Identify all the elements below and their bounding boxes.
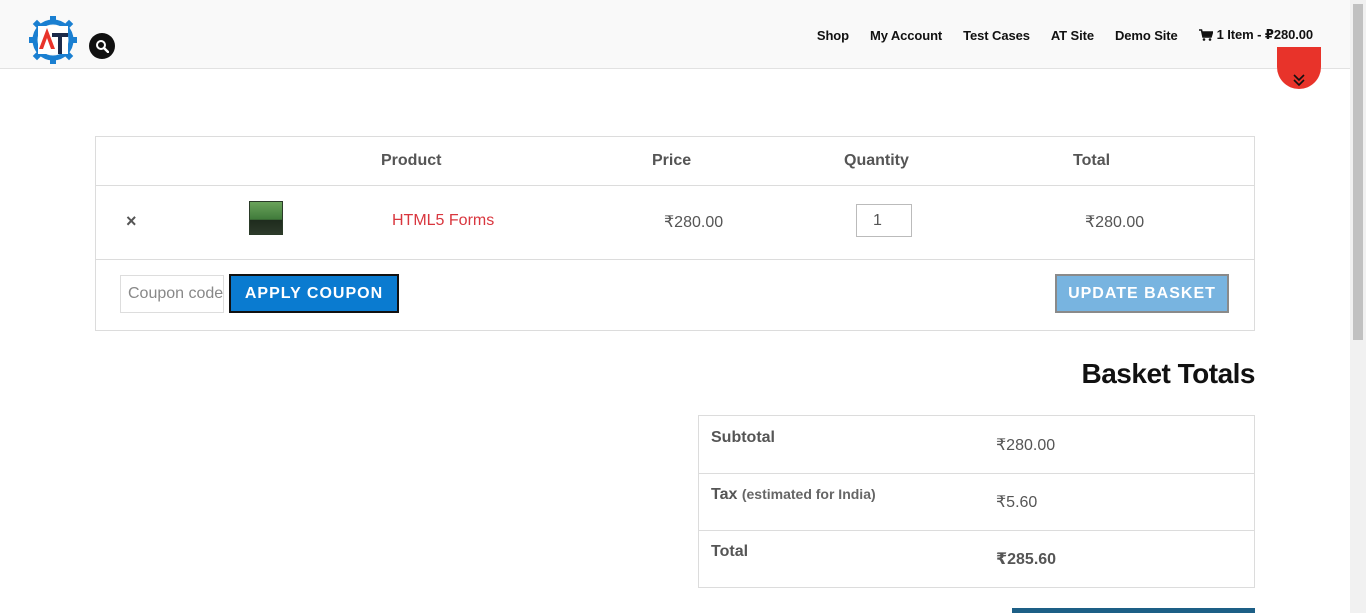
nav-cart[interactable]: 1 Item - ₽280.00 xyxy=(1198,27,1313,43)
cart-table: Product Price Quantity Total × HTML5 For… xyxy=(95,136,1255,331)
cart-item-row: × HTML5 Forms ₹280.00 1 ₹280.00 xyxy=(96,185,1254,260)
column-total: Total xyxy=(1073,152,1111,169)
tax-label: Tax xyxy=(711,486,738,503)
product-name-link[interactable]: HTML5 Forms xyxy=(392,212,494,230)
update-basket-button[interactable]: UPDATE BASKET xyxy=(1055,274,1229,313)
double-chevron-down-icon xyxy=(1293,74,1305,87)
total-row: Total ₹285.60 xyxy=(699,530,1254,587)
nav-at-site[interactable]: AT Site xyxy=(1051,28,1094,43)
gear-logo-icon xyxy=(29,16,77,64)
remove-item-button[interactable]: × xyxy=(126,211,137,232)
tax-value: ₹5.60 xyxy=(996,494,1038,511)
total-value: ₹285.60 xyxy=(996,551,1057,568)
site-header: Shop My Account Test Cases AT Site Demo … xyxy=(0,0,1350,69)
coupon-code-input[interactable]: Coupon code xyxy=(120,275,224,313)
basket-totals-heading: Basket Totals xyxy=(1081,358,1256,389)
proceed-to-checkout-button[interactable] xyxy=(1012,608,1255,613)
subtotal-value: ₹280.00 xyxy=(996,437,1056,454)
nav-demo-site[interactable]: Demo Site xyxy=(1115,28,1178,43)
nav-test-cases[interactable]: Test Cases xyxy=(963,28,1030,43)
subtotal-label: Subtotal xyxy=(711,429,775,446)
tax-row: Tax (estimated for India) ₹5.60 xyxy=(699,473,1254,531)
apply-coupon-button[interactable]: APPLY COUPON xyxy=(229,274,399,313)
line-total: ₹280.00 xyxy=(1085,214,1145,231)
basket-totals-table: Subtotal ₹280.00 Tax (estimated for Indi… xyxy=(698,415,1255,588)
product-price: ₹280.00 xyxy=(664,214,724,231)
subtotal-row: Subtotal ₹280.00 xyxy=(699,416,1254,474)
nav-shop[interactable]: Shop xyxy=(817,28,849,43)
page-scrollbar[interactable] xyxy=(1350,0,1366,613)
cart-icon xyxy=(1198,29,1213,41)
scroll-toggle-button[interactable] xyxy=(1277,47,1321,89)
main-nav: Shop My Account Test Cases AT Site Demo … xyxy=(817,27,1313,43)
tax-label-group: Tax (estimated for India) xyxy=(711,486,876,504)
column-price: Price xyxy=(652,152,692,169)
column-quantity: Quantity xyxy=(844,152,909,169)
tax-note: (estimated for India) xyxy=(741,486,876,502)
product-thumbnail[interactable] xyxy=(249,201,283,235)
quantity-input[interactable]: 1 xyxy=(856,204,912,237)
column-product: Product xyxy=(381,152,442,169)
search-icon xyxy=(96,40,109,53)
cart-summary: 1 Item - ₽280.00 xyxy=(1216,27,1313,42)
site-logo[interactable] xyxy=(28,14,80,66)
nav-my-account[interactable]: My Account xyxy=(870,28,942,43)
total-label: Total xyxy=(711,543,749,560)
cart-header-row: Product Price Quantity Total xyxy=(96,137,1254,186)
cart-actions-row: Coupon code APPLY COUPON UPDATE BASKET xyxy=(96,259,1254,330)
scrollbar-thumb[interactable] xyxy=(1353,4,1363,340)
search-button[interactable] xyxy=(89,33,115,59)
